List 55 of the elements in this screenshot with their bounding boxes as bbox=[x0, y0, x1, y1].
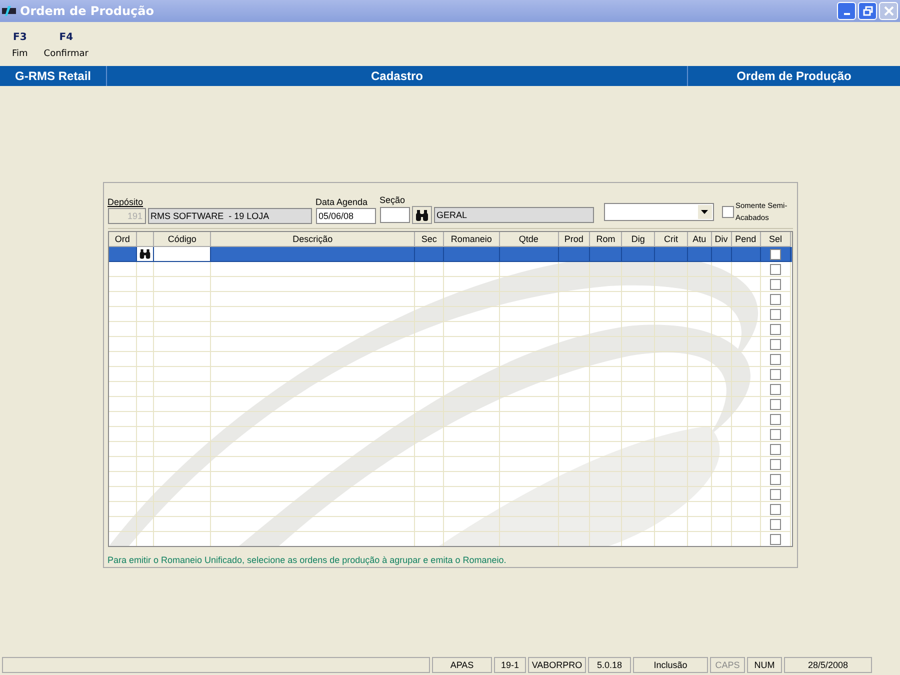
checkbox[interactable] bbox=[770, 398, 782, 410]
section-name-field[interactable]: GERAL bbox=[434, 207, 594, 224]
checkbox[interactable] bbox=[770, 264, 782, 275]
status-panel: 5.0.18 bbox=[588, 657, 631, 673]
checkbox[interactable] bbox=[770, 338, 782, 350]
checkbox[interactable] bbox=[770, 308, 782, 320]
minimize-icon bbox=[844, 13, 850, 15]
close-icon bbox=[884, 6, 894, 16]
checkbox[interactable] bbox=[770, 278, 782, 290]
checkbox[interactable] bbox=[770, 534, 782, 545]
checkbox[interactable] bbox=[770, 368, 782, 380]
checkbox[interactable] bbox=[770, 414, 782, 425]
field-label: Depósito bbox=[108, 197, 144, 208]
toolbar-button[interactable]: F3 Fim bbox=[8, 30, 32, 61]
status-panel: Inclusão bbox=[633, 657, 708, 673]
restore-button[interactable] bbox=[858, 2, 877, 20]
status-panel: APAS bbox=[432, 657, 492, 673]
checkbox[interactable] bbox=[770, 294, 782, 305]
checkbox[interactable] bbox=[770, 384, 782, 395]
binoculars-icon[interactable] bbox=[139, 249, 152, 260]
status-panel: VABORPRO bbox=[528, 657, 586, 673]
module-name: Cadastro bbox=[107, 66, 688, 86]
table-row[interactable] bbox=[108, 247, 792, 262]
status-panel: 19-1 bbox=[494, 657, 526, 673]
checkbox[interactable] bbox=[770, 518, 782, 530]
hint-text: Para emitir o Romaneio Unificado, selecione as ordens de produção à agrupar e emita o Romaneio. bbox=[108, 555, 508, 565]
status-panel: NUM bbox=[747, 657, 782, 673]
restore-icon bbox=[862, 6, 872, 16]
system-name: G-RMS Retail bbox=[0, 66, 107, 86]
checkbox[interactable] bbox=[770, 458, 782, 470]
checkbox[interactable] bbox=[770, 474, 782, 485]
field-label: Seção bbox=[380, 195, 406, 206]
date-field[interactable]: 05/06/08 bbox=[316, 208, 376, 224]
app-icon bbox=[2, 6, 16, 16]
checkbox[interactable] bbox=[770, 488, 782, 500]
checkbox[interactable] bbox=[770, 428, 782, 440]
status-panel: CAPS bbox=[710, 657, 745, 673]
checkbox[interactable] bbox=[770, 444, 782, 455]
screen-name: Ordem de Produção bbox=[736, 68, 852, 85]
minimize-button[interactable] bbox=[837, 2, 856, 20]
checkbox[interactable] bbox=[770, 324, 782, 335]
dropdown[interactable] bbox=[604, 203, 714, 222]
section-field[interactable] bbox=[380, 207, 410, 224]
checkbox[interactable] bbox=[770, 248, 782, 260]
status-panel: 28/5/2008 bbox=[784, 657, 872, 673]
field-label: Data Agenda bbox=[316, 197, 369, 208]
window-title: Ordem de Produção bbox=[20, 4, 154, 18]
binoculars-icon bbox=[414, 210, 428, 221]
caret-icon bbox=[701, 210, 708, 214]
deposit-name-field[interactable]: RMS SOFTWARE - 19 LOJA bbox=[148, 208, 312, 224]
search-button[interactable] bbox=[412, 206, 432, 224]
toolbar-button[interactable]: F4 Confirmar bbox=[40, 30, 92, 61]
checkbox[interactable] bbox=[770, 354, 782, 365]
checkbox[interactable] bbox=[722, 206, 734, 218]
checkbox[interactable] bbox=[770, 504, 782, 515]
